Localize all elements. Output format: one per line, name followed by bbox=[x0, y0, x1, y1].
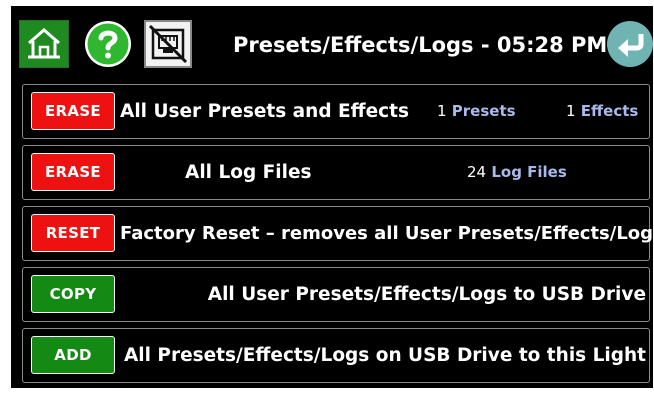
row-erase-presets: ERASE All User Presets and Effects 1 Pre… bbox=[22, 84, 650, 139]
copy-to-usb-button[interactable]: COPY bbox=[31, 275, 115, 313]
presets-count: 1 Presets bbox=[437, 85, 516, 138]
erase-logs-button[interactable]: ERASE bbox=[31, 153, 115, 191]
back-arrow-icon bbox=[607, 21, 653, 67]
row-factory-reset: RESET Factory Reset – removes all User P… bbox=[22, 206, 654, 261]
presets-count-unit: Presets bbox=[451, 102, 516, 120]
home-icon bbox=[28, 28, 60, 59]
row-label: Factory Reset – removes all User Presets… bbox=[120, 223, 654, 244]
log-files-count-number: 24 bbox=[467, 163, 487, 181]
row-label: All Presets/Effects/Logs on USB Drive to… bbox=[123, 345, 646, 366]
effects-count-number: 1 bbox=[566, 102, 576, 120]
header: Presets/Effects/Logs - 05:28 PM bbox=[11, 6, 653, 80]
presets-count-number: 1 bbox=[437, 102, 447, 120]
row-label: All Log Files bbox=[185, 162, 312, 183]
log-files-count: 24 Log Files bbox=[467, 146, 567, 199]
erase-presets-button[interactable]: ERASE bbox=[31, 92, 115, 130]
factory-reset-button[interactable]: RESET bbox=[31, 214, 115, 252]
screen: Presets/Effects/Logs - 05:28 PM ERASE Al… bbox=[11, 6, 654, 388]
effects-count: 1 Effects bbox=[566, 85, 638, 138]
help-button[interactable] bbox=[84, 20, 132, 68]
row-label: All User Presets and Effects bbox=[120, 101, 409, 122]
add-from-usb-button[interactable]: ADD bbox=[31, 336, 115, 374]
home-button[interactable] bbox=[19, 20, 69, 68]
row-label: All User Presets/Effects/Logs to USB Dri… bbox=[207, 284, 646, 305]
effects-count-unit: Effects bbox=[580, 102, 639, 120]
page-title: Presets/Effects/Logs - 05:28 PM bbox=[233, 33, 608, 57]
network-disconnected-icon bbox=[148, 24, 188, 64]
help-icon bbox=[85, 21, 131, 67]
row-add-from-usb: ADD All Presets/Effects/Logs on USB Driv… bbox=[22, 328, 650, 383]
log-files-count-unit: Log Files bbox=[491, 163, 567, 181]
row-erase-logs: ERASE All Log Files 24 Log Files bbox=[22, 145, 650, 200]
row-copy-to-usb: COPY All User Presets/Effects/Logs to US… bbox=[22, 267, 650, 322]
network-button[interactable] bbox=[144, 20, 192, 68]
back-button[interactable] bbox=[606, 20, 654, 68]
